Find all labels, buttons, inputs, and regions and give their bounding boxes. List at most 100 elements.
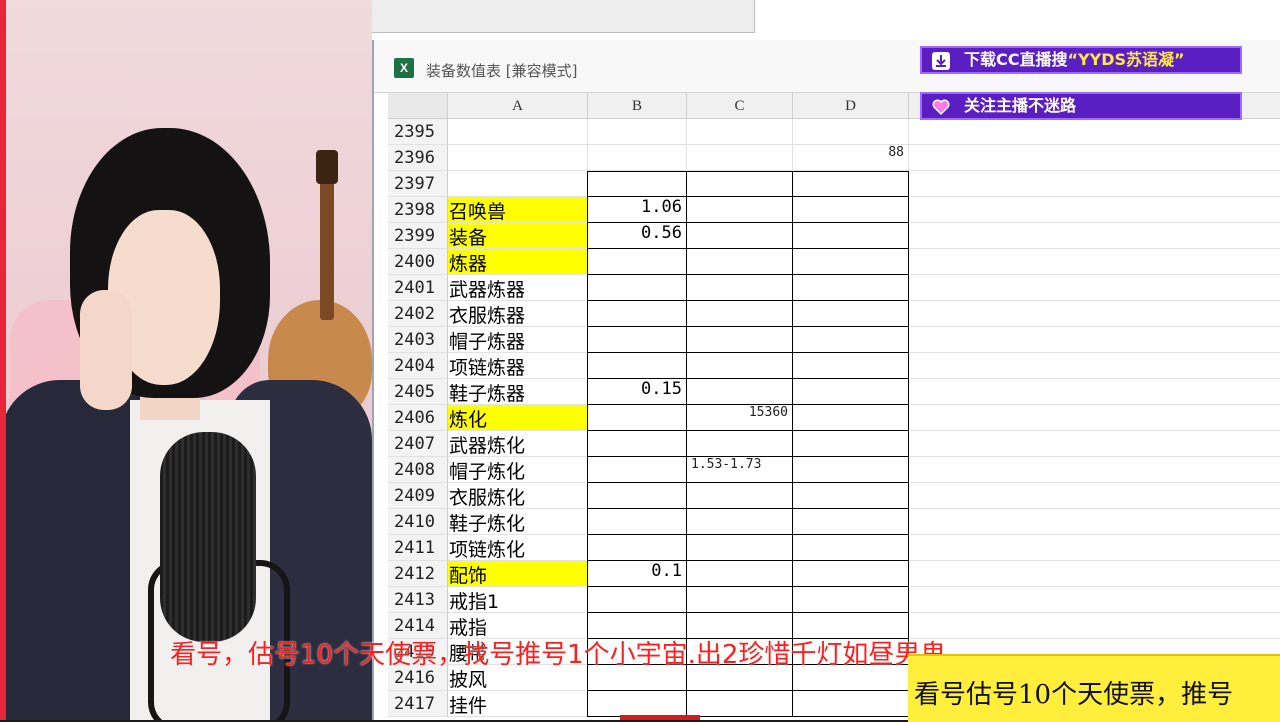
cell-a-2395[interactable] [448,119,588,145]
cell-d-2413[interactable] [793,587,909,613]
cell-empty[interactable] [909,535,1280,561]
cell-d-2398[interactable] [793,197,909,223]
row-header[interactable]: 2401 [388,275,448,301]
cell-c-2397[interactable] [687,171,793,197]
cell-empty[interactable] [909,119,1280,145]
cell-c-2417[interactable] [687,691,793,717]
cell-b-2408[interactable] [588,457,687,483]
row-header[interactable]: 2406 [388,405,448,431]
cell-empty[interactable] [909,223,1280,249]
row-header[interactable]: 2410 [388,509,448,535]
cell-empty[interactable] [909,275,1280,301]
row-header[interactable]: 2395 [388,119,448,145]
cell-b-2397[interactable] [588,171,687,197]
cell-a-2413[interactable]: 戒指1 [448,587,588,613]
row-header[interactable]: 2398 [388,197,448,223]
cell-b-2403[interactable] [588,327,687,353]
cell-empty[interactable] [909,483,1280,509]
cell-d-2401[interactable] [793,275,909,301]
cell-c-2395[interactable] [687,119,793,145]
cell-c-2403[interactable] [687,327,793,353]
cell-b-2411[interactable] [588,535,687,561]
cell-d-2399[interactable] [793,223,909,249]
row-header[interactable]: 2397 [388,171,448,197]
cell-a-2408[interactable]: 帽子炼化 [448,457,588,483]
cell-c-2398[interactable] [687,197,793,223]
cell-b-2395[interactable] [588,119,687,145]
cell-c-2410[interactable] [687,509,793,535]
cell-a-2400[interactable]: 炼器 [448,249,588,275]
cell-a-2401[interactable]: 武器炼器 [448,275,588,301]
cell-c-2401[interactable] [687,275,793,301]
row-header[interactable]: 2405 [388,379,448,405]
cell-b-2413[interactable] [588,587,687,613]
cell-a-2396[interactable] [448,145,588,171]
cell-empty[interactable] [909,145,1280,171]
cell-b-2407[interactable] [588,431,687,457]
column-header-d[interactable]: D [793,93,909,119]
row-header[interactable]: 2411 [388,535,448,561]
cell-d-2403[interactable] [793,327,909,353]
cell-c-2396[interactable] [687,145,793,171]
row-header[interactable]: 2396 [388,145,448,171]
cell-c-2406[interactable]: 15360 [687,405,793,431]
cell-a-2402[interactable]: 衣服炼器 [448,301,588,327]
cell-d-2402[interactable] [793,301,909,327]
cell-d-2408[interactable] [793,457,909,483]
cell-a-2411[interactable]: 项链炼化 [448,535,588,561]
cell-empty[interactable] [909,561,1280,587]
cell-b-2398[interactable]: 1.06 [588,197,687,223]
column-header-b[interactable]: B [588,93,687,119]
cell-b-2417[interactable] [588,691,687,717]
cell-empty[interactable] [909,613,1280,639]
cell-c-2413[interactable] [687,587,793,613]
cell-b-2410[interactable] [588,509,687,535]
cell-d-2405[interactable] [793,379,909,405]
cell-empty[interactable] [909,509,1280,535]
cell-d-2417[interactable] [793,691,909,717]
cell-d-2409[interactable] [793,483,909,509]
cell-b-2401[interactable] [588,275,687,301]
cell-empty[interactable] [909,171,1280,197]
cell-b-2402[interactable] [588,301,687,327]
cell-a-2398[interactable]: 召唤兽 [448,197,588,223]
cell-b-2399[interactable]: 0.56 [588,223,687,249]
cell-empty[interactable] [909,587,1280,613]
cell-b-2405[interactable]: 0.15 [588,379,687,405]
cell-a-2406[interactable]: 炼化 [448,405,588,431]
name-box[interactable] [372,0,755,33]
cell-c-2412[interactable] [687,561,793,587]
row-header[interactable]: 2408 [388,457,448,483]
cell-d-2406[interactable] [793,405,909,431]
row-header[interactable]: 2413 [388,587,448,613]
row-header[interactable]: 2404 [388,353,448,379]
column-header-c[interactable]: C [687,93,793,119]
cell-b-2400[interactable] [588,249,687,275]
cell-c-2404[interactable] [687,353,793,379]
cell-a-2399[interactable]: 装备 [448,223,588,249]
cell-c-2405[interactable] [687,379,793,405]
row-header[interactable]: 2400 [388,249,448,275]
cell-c-2409[interactable] [687,483,793,509]
row-header[interactable]: 2399 [388,223,448,249]
cell-a-2412[interactable]: 配饰 [448,561,588,587]
cell-a-2410[interactable]: 鞋子炼化 [448,509,588,535]
cell-a-2403[interactable]: 帽子炼器 [448,327,588,353]
cell-a-2407[interactable]: 武器炼化 [448,431,588,457]
cell-a-2397[interactable] [448,171,588,197]
column-header-a[interactable]: A [448,93,588,119]
cell-empty[interactable] [909,249,1280,275]
cell-a-2409[interactable]: 衣服炼化 [448,483,588,509]
cell-d-2395[interactable] [793,119,909,145]
cell-d-2412[interactable] [793,561,909,587]
cell-c-2411[interactable] [687,535,793,561]
cell-b-2396[interactable] [588,145,687,171]
row-header[interactable]: 2417 [388,691,448,717]
cell-d-2410[interactable] [793,509,909,535]
row-header[interactable]: 2412 [388,561,448,587]
cell-d-2404[interactable] [793,353,909,379]
cell-b-2406[interactable] [588,405,687,431]
cell-empty[interactable] [909,405,1280,431]
row-header[interactable]: 2402 [388,301,448,327]
cell-a-2404[interactable]: 项链炼器 [448,353,588,379]
